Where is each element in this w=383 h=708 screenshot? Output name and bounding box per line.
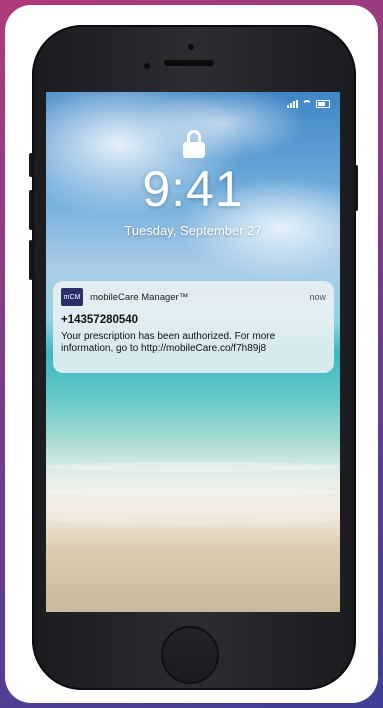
notification-time: now xyxy=(309,292,326,302)
home-button[interactable] xyxy=(161,626,219,684)
volume-down-button xyxy=(29,240,33,280)
side-button-left xyxy=(29,153,33,177)
speaker-grille xyxy=(164,60,214,66)
status-bar xyxy=(287,100,330,108)
notification-sender: +14357280540 xyxy=(61,314,139,326)
camera-icon xyxy=(188,44,194,50)
notification-message: Your prescription has been authorized. F… xyxy=(61,331,276,354)
sensor-icon xyxy=(144,63,150,69)
volume-up-button xyxy=(29,190,33,230)
battery-icon xyxy=(316,100,330,108)
wave xyxy=(46,487,340,497)
power-button xyxy=(354,165,358,211)
lock-screen: 9:41 Tuesday, September 27 mCM mobileCar… xyxy=(46,92,340,612)
app-icon: mCM xyxy=(61,288,83,306)
lock-screen-date: Tuesday, September 27 xyxy=(124,223,262,238)
wave xyxy=(46,462,340,472)
lock-screen-time: 9:41 xyxy=(142,161,244,217)
notification-card[interactable]: mCM mobileCare Manager™ now +14357280540… xyxy=(53,281,334,373)
notification-header: mCM mobileCare Manager™ now xyxy=(61,287,326,307)
notification-app-name: mobileCare Manager™ xyxy=(90,291,189,303)
cellular-signal-icon xyxy=(287,100,298,108)
wave xyxy=(46,512,340,526)
wifi-icon xyxy=(302,100,312,108)
lock-icon xyxy=(183,130,205,158)
